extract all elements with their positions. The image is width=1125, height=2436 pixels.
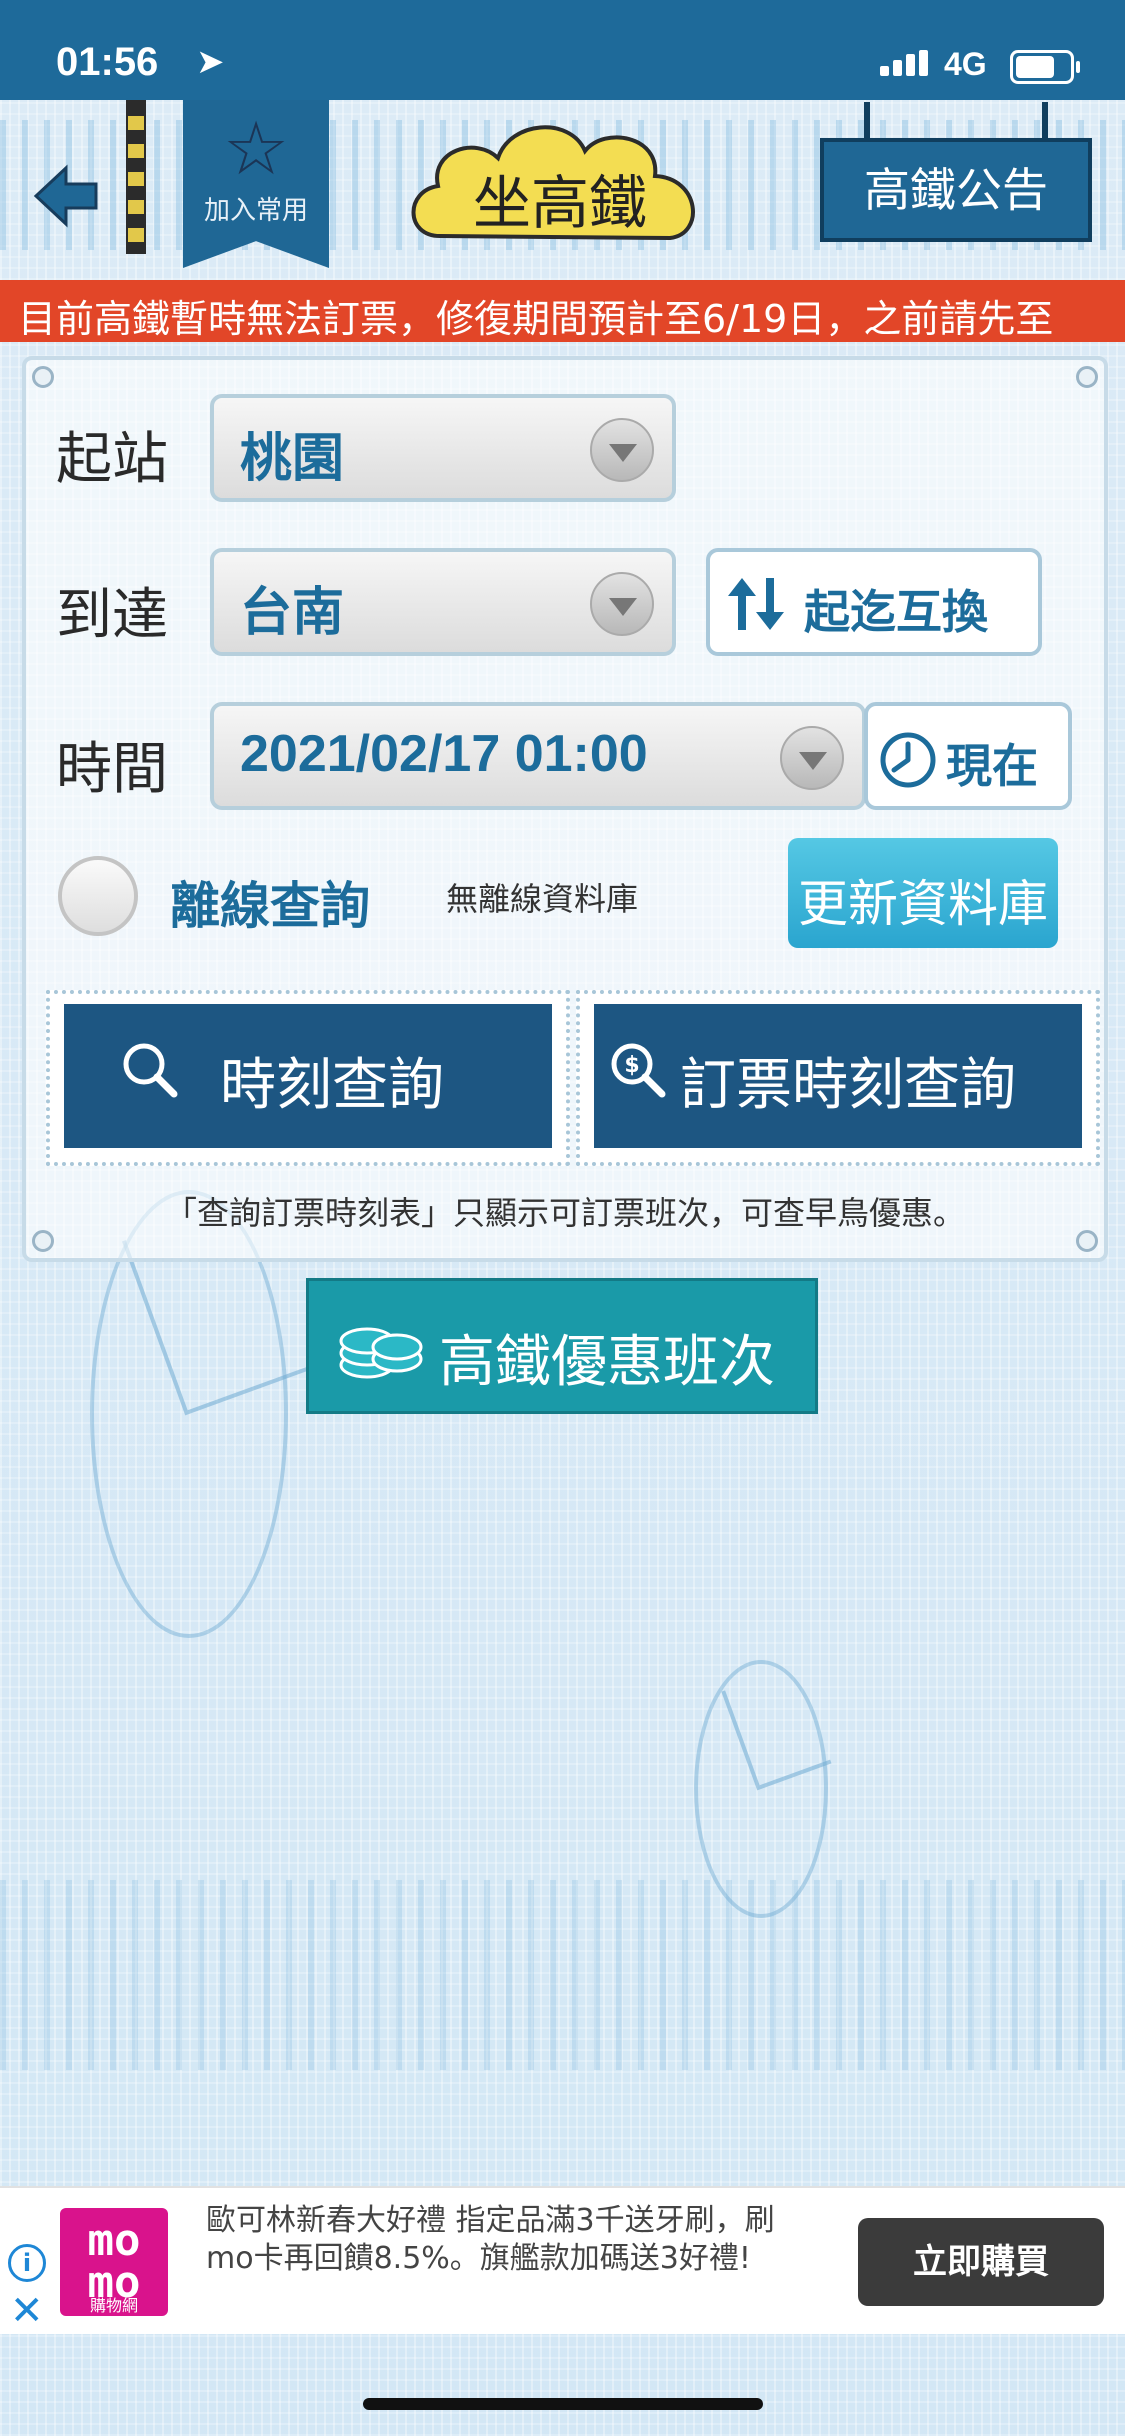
announcement-text: 目前高鐵暫時無法訂票，修復期間預計至6/19日，之前請先至 [18,297,1054,341]
booking-hint-text: 「查詢訂票時刻表」只顯示可訂票班次，可查早鳥優惠。 [164,1194,965,1232]
offline-query-radio[interactable] [58,856,138,936]
status-bar: 01:56 ➤ 4G [0,0,1125,100]
advertiser-logo[interactable]: mo mo 購物網 [60,2208,168,2316]
ad-info-icon[interactable]: i [8,2244,46,2282]
booking-query-label: 訂票時刻查詢 [680,1053,1016,1118]
star-icon: ☆ [222,106,290,192]
network-type: 4G [944,46,987,82]
search-icon [123,1043,178,1098]
update-database-label: 更新資料庫 [798,875,1048,933]
page-title: 坐高鐵 [472,169,647,237]
panel-rivet [1076,366,1098,388]
ad-close-icon[interactable]: ✕ [10,2288,44,2334]
search-panel: 起站 桃園 到達 台南 起迄互換 時間 2021/02/17 01:00 現在 … [22,356,1108,1262]
background-clock-icon [694,1660,828,1918]
ad-text[interactable]: 歐可林新春大好禮 指定品滿3千送牙刷，刷mo卡再回饋8.5%。旗艦款加碼送3好禮… [206,2202,806,2278]
from-station-value: 桃園 [240,430,345,488]
to-station-select[interactable]: 台南 [210,548,676,656]
from-station-label: 起站 [56,427,168,492]
notice-button-label: 高鐵公告 [864,163,1048,217]
offline-db-status: 無離線資料庫 [446,880,639,918]
app-header: ☆ 加入常用 坐高鐵 高鐵公告 [0,100,1125,280]
background-fence-lower [0,1880,1125,2070]
to-station-label: 到達 [56,583,168,648]
panel-rivet [32,366,54,388]
add-favorite-button[interactable]: ☆ 加入常用 [183,100,329,268]
add-favorite-label: 加入常用 [203,196,308,226]
chevron-down-icon [590,572,654,636]
announcement-marquee[interactable]: 目前高鐵暫時無法訂票，修復期間預計至6/19日，之前請先至 [0,280,1125,342]
back-arrow-icon[interactable] [30,160,102,232]
datetime-value: 2021/02/17 01:00 [240,725,648,783]
to-station-value: 台南 [240,584,345,642]
advertiser-logo-subtitle: 購物網 [89,2296,138,2315]
discount-trains-label: 高鐵優惠班次 [439,1330,775,1395]
swap-stations-label: 起迄互換 [804,585,988,639]
timetable-query-label: 時刻查詢 [220,1053,444,1118]
offline-query-label: 離線查詢 [170,877,370,935]
update-database-button[interactable]: 更新資料庫 [788,838,1058,948]
chevron-down-icon [590,418,654,482]
chevron-down-icon [780,726,844,790]
home-indicator[interactable] [363,2398,763,2410]
location-arrow-icon: ➤ [196,42,225,82]
now-button[interactable]: 現在 [864,702,1072,810]
discount-trains-button[interactable]: 高鐵優惠班次 [306,1278,818,1414]
striped-post-decoration [126,100,146,254]
money-search-icon: $ [611,1043,666,1098]
ad-buy-now-button[interactable]: 立即購買 [858,2218,1104,2306]
swap-stations-button[interactable]: 起迄互換 [706,548,1042,656]
booking-query-button[interactable]: $ 訂票時刻查詢 [576,990,1100,1166]
ad-banner[interactable]: i ✕ mo mo 購物網 歐可林新春大好禮 指定品滿3千送牙刷，刷mo卡再回饋… [0,2186,1125,2334]
status-time: 01:56 [56,40,159,84]
clock-icon [880,732,936,788]
now-button-label: 現在 [946,739,1038,793]
title-cloud: 坐高鐵 [400,106,720,276]
datetime-select[interactable]: 2021/02/17 01:00 [210,702,866,810]
timetable-query-button[interactable]: 時刻查詢 [46,990,570,1166]
swap-arrows-icon [728,578,784,630]
coins-icon [339,1327,423,1379]
time-label: 時間 [56,737,168,802]
svg-text:$: $ [624,1053,639,1078]
from-station-select[interactable]: 桃園 [210,394,676,502]
notice-button[interactable]: 高鐵公告 [820,102,1092,242]
battery-icon [1010,50,1080,84]
